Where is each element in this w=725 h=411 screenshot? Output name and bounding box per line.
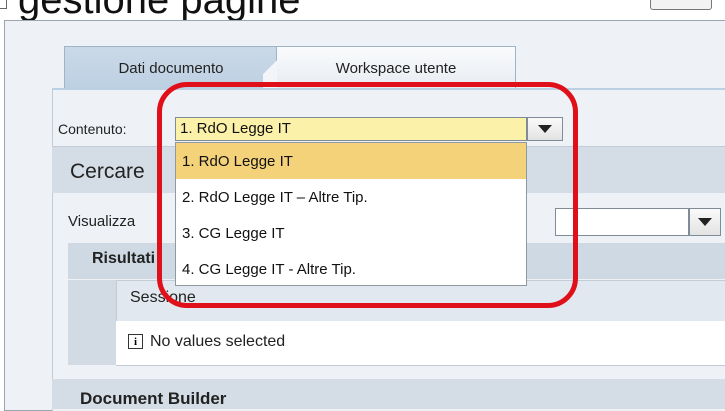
content-label: Contenuto: bbox=[58, 121, 127, 137]
view-label: Visualizza bbox=[68, 213, 136, 230]
row-selector-column[interactable] bbox=[68, 280, 117, 365]
window-edge bbox=[0, 0, 7, 9]
results-title: Risultati bbox=[92, 250, 156, 267]
search-title: Cercare bbox=[70, 160, 145, 183]
highlight-annotation bbox=[157, 82, 578, 308]
window-button[interactable] bbox=[650, 0, 712, 10]
empty-message: No values selected bbox=[150, 333, 286, 350]
info-icon: i bbox=[128, 334, 143, 349]
dropdown-arrow-icon bbox=[698, 218, 712, 226]
document-builder-title: Document Builder bbox=[80, 389, 227, 408]
view-select-button[interactable] bbox=[689, 208, 721, 236]
